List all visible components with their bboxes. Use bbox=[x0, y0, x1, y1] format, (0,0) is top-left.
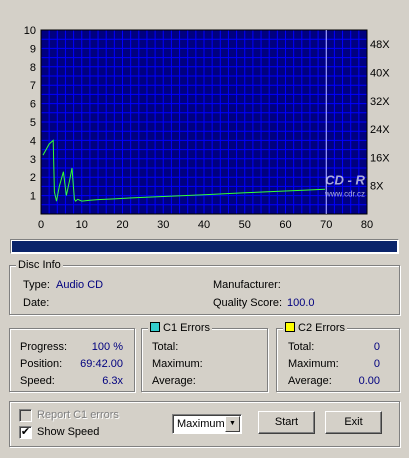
c1-total-label: Total: bbox=[152, 341, 179, 353]
y-right-tick-label: 24X bbox=[370, 124, 390, 136]
quality-score-value: 100.0 bbox=[287, 297, 315, 309]
y-left-tick-label: 3 bbox=[30, 154, 36, 166]
date-label: Date: bbox=[23, 297, 50, 309]
y-left-tick-label: 9 bbox=[30, 43, 36, 55]
progress-value: 100 % bbox=[91, 341, 123, 353]
x-tick-label: 70 bbox=[320, 219, 332, 231]
speed-mode-select[interactable]: Maximum ▼ bbox=[172, 414, 242, 434]
y-left-tick-label: 1 bbox=[30, 191, 36, 203]
manufacturer-label: Manufacturer: bbox=[213, 279, 281, 291]
quality-score-label: Quality Score: bbox=[213, 297, 283, 309]
speed-chart: 0 10 20 30 40 50 60 70 80 1 2 3 4 5 6 7 8 9 10 8X 16X 24X 32X 4… bbox=[24, 25, 390, 231]
disc-info-legend: Disc Info bbox=[16, 259, 63, 272]
x-tick-label: 40 bbox=[198, 219, 210, 231]
c2-errors-title: C2 Errors bbox=[298, 322, 346, 334]
y-left-tick-label: 7 bbox=[30, 80, 36, 92]
x-tick-label: 80 bbox=[361, 219, 373, 231]
speed-mode-value: Maximum bbox=[177, 418, 225, 430]
c1-average-label: Average: bbox=[152, 375, 196, 387]
c2-total-label: Total: bbox=[288, 341, 315, 353]
speed-value: 6.3x bbox=[102, 375, 123, 387]
type-label: Type: bbox=[23, 279, 50, 291]
y-left-tick-label: 10 bbox=[24, 25, 36, 37]
x-tick-label: 60 bbox=[279, 219, 291, 231]
progress-bar-fill bbox=[12, 241, 397, 252]
c2-maximum-value: 0 bbox=[373, 358, 380, 370]
dropdown-arrow-icon[interactable]: ▼ bbox=[225, 416, 240, 432]
x-tick-label: 30 bbox=[157, 219, 169, 231]
c1-maximum-label: Maximum: bbox=[152, 358, 203, 370]
progress-bar bbox=[10, 239, 399, 254]
speed-label: Speed: bbox=[20, 375, 55, 387]
c1-errors-legend: C1 Errors bbox=[148, 322, 213, 335]
y-left-tick-label: 6 bbox=[30, 99, 36, 111]
y-right-tick-label: 32X bbox=[370, 96, 390, 108]
report-c1-checkbox[interactable] bbox=[19, 409, 32, 422]
c2-average-value: 0.00 bbox=[358, 375, 380, 387]
show-speed-label[interactable]: Show Speed bbox=[37, 426, 99, 439]
show-speed-checkbox[interactable]: ✔ bbox=[19, 426, 32, 439]
report-c1-label[interactable]: Report C1 errors bbox=[37, 409, 119, 422]
watermark-logo: CD - R bbox=[325, 173, 365, 188]
x-tick-label: 20 bbox=[116, 219, 128, 231]
y-right-tick-label: 8X bbox=[370, 181, 384, 193]
y-right-tick-label: 40X bbox=[370, 67, 390, 79]
position-label: Position: bbox=[20, 358, 63, 370]
c2-total-value: 0 bbox=[373, 341, 380, 353]
type-value: Audio CD bbox=[56, 279, 104, 291]
y-left-tick-label: 2 bbox=[30, 172, 36, 184]
c2-errors-legend: C2 Errors bbox=[283, 322, 348, 335]
c1-errors-title: C1 Errors bbox=[163, 322, 211, 334]
checkmark-icon: ✔ bbox=[20, 426, 31, 438]
exit-button[interactable]: Exit bbox=[325, 411, 382, 434]
start-button[interactable]: Start bbox=[258, 411, 315, 434]
position-value: 69:42.00 bbox=[80, 358, 123, 370]
c2-maximum-label: Maximum: bbox=[288, 358, 339, 370]
y-right-tick-label: 48X bbox=[370, 39, 390, 51]
x-tick-label: 0 bbox=[38, 219, 44, 231]
c1-color-swatch bbox=[150, 322, 160, 332]
progress-label: Progress: bbox=[20, 341, 68, 353]
c2-average-label: Average: bbox=[288, 375, 332, 387]
x-tick-label: 50 bbox=[239, 219, 251, 231]
watermark-url: www.cdr.cz bbox=[324, 190, 365, 199]
x-tick-label: 10 bbox=[76, 219, 88, 231]
y-left-tick-label: 8 bbox=[30, 62, 36, 74]
y-left-tick-label: 5 bbox=[30, 117, 36, 129]
c2-color-swatch bbox=[285, 322, 295, 332]
y-left-tick-label: 4 bbox=[30, 135, 36, 147]
y-right-tick-label: 16X bbox=[370, 152, 390, 164]
